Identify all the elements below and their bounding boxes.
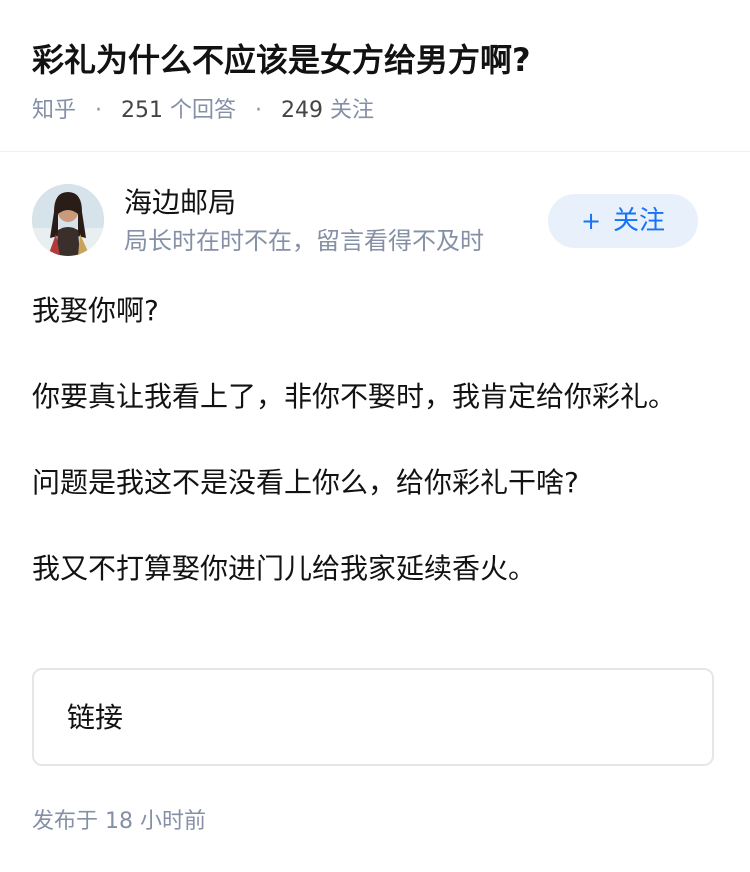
publish-prefix: 发布于 — [32, 809, 99, 834]
follow-button[interactable]: + 关注 — [548, 194, 698, 248]
question-header: 彩礼为什么不应该是女方给男方啊? 知乎 · 251 个回答 · 249 关注 — [32, 38, 722, 126]
answer-paragraph: 我又不打算娶你进门儿给我家延续香火。 — [32, 552, 537, 585]
question-title[interactable]: 彩礼为什么不应该是女方给男方啊? — [32, 38, 722, 82]
avatar[interactable] — [32, 184, 104, 256]
author-name[interactable]: 海边邮局 — [124, 184, 236, 222]
author-row: 海边邮局 局长时在时不在，留言看得不及时 + 关注 — [32, 184, 718, 260]
author-bio: 局长时在时不在，留言看得不及时 — [124, 227, 484, 255]
meta-separator: · — [95, 98, 103, 123]
meta-separator: · — [255, 98, 263, 123]
link-card[interactable]: 链接 — [32, 668, 714, 766]
answer-paragraph: 你要真让我看上了，非你不娶时，我肯定给你彩礼。 — [32, 380, 677, 413]
answers-label[interactable]: 个回答 — [170, 98, 236, 123]
avatar-photo-icon — [32, 184, 104, 256]
link-card-label: 链接 — [67, 701, 124, 734]
answers-count: 251 — [121, 98, 164, 123]
answer-content: 我娶你啊? 你要真让我看上了，非你不娶时，我肯定给你彩礼。 问题是我这不是没看上… — [32, 288, 682, 632]
answer-paragraph: 我娶你啊? — [32, 294, 159, 327]
followers-label[interactable]: 关注 — [330, 98, 374, 123]
source-label[interactable]: 知乎 — [32, 98, 76, 123]
followers-count: 249 — [281, 98, 324, 123]
follow-button-label: 关注 — [613, 206, 666, 236]
section-divider — [0, 151, 750, 152]
answer-paragraph: 问题是我这不是没看上你么，给你彩礼干啥? — [32, 466, 579, 499]
question-meta: 知乎 · 251 个回答 · 249 关注 — [32, 96, 722, 126]
publish-time: 发布于 18 小时前 — [32, 806, 206, 838]
plus-icon: + — [580, 207, 602, 235]
publish-time-value: 18 小时前 — [105, 809, 207, 834]
